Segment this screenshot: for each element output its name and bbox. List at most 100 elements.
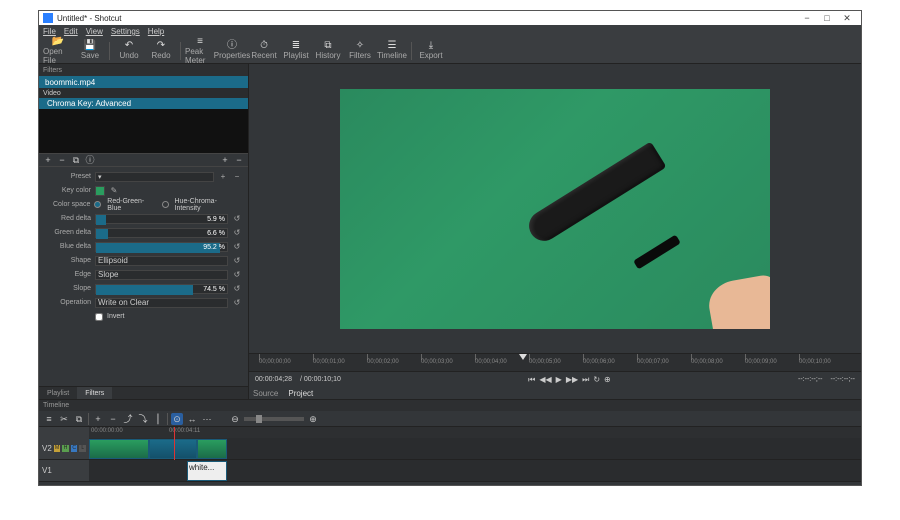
hide-badge[interactable]: H [62,445,69,452]
menu-help[interactable]: Help [148,27,164,36]
preset-del-icon[interactable]: − [232,172,242,181]
tab-project[interactable]: Project [288,389,313,398]
tl-zoomout-icon[interactable]: ⊖ [229,413,241,425]
slope-slider[interactable]: 74.5 % [95,284,228,294]
clip-boommic[interactable] [149,439,197,459]
colorspace-rgb-radio[interactable] [94,201,101,208]
slope-reset-icon[interactable]: ↺ [232,284,242,293]
preset-add-icon[interactable]: + [218,172,228,181]
tab-filters[interactable]: Filters [77,387,112,400]
zoom-button[interactable]: ⊕ [604,375,611,385]
lock-badge[interactable]: L [79,445,86,452]
microphone-graphic [510,129,710,279]
minimize-button[interactable]: − [797,13,817,23]
filter-chromakey[interactable]: Chroma Key: Advanced [39,98,248,109]
greendelta-slider[interactable]: 6.6 % [95,228,228,238]
copy-filter-button[interactable]: ⧉ [71,155,81,165]
reddelta-slider[interactable]: 5.9 % [95,214,228,224]
colorspace-hci-label[interactable]: Hue-Chroma-Intensity [175,198,243,212]
video-canvas[interactable] [249,64,861,353]
titlebar: Untitled* - Shotcut − □ ✕ [39,11,861,25]
loop-button[interactable]: ↻ [593,375,600,385]
clip-green-1[interactable] [89,439,149,459]
tl-snap-icon[interactable]: ⊙ [171,413,183,425]
play-button[interactable]: ▶ [556,375,562,385]
menu-edit[interactable]: Edit [64,27,78,36]
track-v2-body[interactable] [89,438,861,459]
greendelta-reset-icon[interactable]: ↺ [232,228,242,237]
mute-badge[interactable]: M [54,445,61,452]
tl-cut-icon[interactable]: ✂ [58,413,70,425]
tl-ripple-icon[interactable]: ⋯ [201,413,213,425]
toolbar-properties[interactable]: ⓘProperties [217,39,247,63]
colorspace-rgb-label[interactable]: Red-Green-Blue [107,198,157,212]
toolbar-playlist[interactable]: ≣Playlist [281,39,311,63]
tl-remove-icon[interactable]: − [107,413,119,425]
tl-menu-icon[interactable]: ≡ [43,413,55,425]
menu-file[interactable]: File [43,27,56,36]
tl-overwrite-icon[interactable]: ⤵ [137,413,149,425]
toolbar-peak-meter[interactable]: ≡Peak Meter [185,39,215,63]
edge-combo[interactable]: Slope [95,270,228,280]
tl-zoomin-icon[interactable]: ⊕ [307,413,319,425]
toolbar-recent[interactable]: ⏱Recent [249,39,279,63]
toolbar-export[interactable]: ⤓Export [416,39,446,63]
clip-name[interactable]: boommic.mp4 [39,76,248,88]
preset-combo[interactable]: ▾ [95,172,214,182]
timecode-position[interactable]: 00:00:04;28 [255,376,292,383]
toolbar-undo[interactable]: ↶Undo [114,39,144,63]
menu-view[interactable]: View [86,27,103,36]
main-content: Filters boommic.mp4 Video Chroma Key: Ad… [39,64,861,399]
expand-button[interactable]: + [220,155,230,165]
timeline-header: Timeline [39,400,861,411]
menu-settings[interactable]: Settings [111,27,140,36]
edge-reset-icon[interactable]: ↺ [232,270,242,279]
keycolor-swatch[interactable] [95,186,105,196]
tl-append-icon[interactable]: + [92,413,104,425]
toolbar-timeline[interactable]: ☰Timeline [377,39,407,63]
toolbar-open-file[interactable]: 📂Open File [43,39,73,63]
track-v1-body[interactable]: white... [89,460,861,481]
collapse-button[interactable]: − [234,155,244,165]
in-point[interactable]: --:--:--;-- [798,376,822,383]
toolbar-redo[interactable]: ↷Redo [146,39,176,63]
skip-back-button[interactable]: ⏮ [528,375,535,385]
tl-split-icon[interactable]: ⎮ [152,413,164,425]
close-button[interactable]: ✕ [837,13,857,24]
skip-fwd-button[interactable]: ⏭ [582,375,589,385]
operation-combo[interactable]: Write on Clear [95,298,228,308]
tl-scrub-icon[interactable]: ↔ [186,413,198,425]
toolbar-filters[interactable]: ✧Filters [345,39,375,63]
operation-reset-icon[interactable]: ↺ [232,298,242,307]
tl-lift-icon[interactable]: ⤴ [122,413,134,425]
add-filter-button[interactable]: + [43,155,53,165]
track-v1-header[interactable]: V1 [39,460,89,481]
tl-zoom-slider[interactable] [244,417,304,421]
toolbar-history[interactable]: ⧉History [313,39,343,63]
invert-checkbox[interactable] [95,313,103,321]
reddelta-reset-icon[interactable]: ↺ [232,214,242,223]
bluedelta-slider[interactable]: 95.2 % [95,242,228,252]
toolbar-save[interactable]: 💾Save [75,39,105,63]
out-point[interactable]: --:--:--;-- [831,376,855,383]
rewind-button[interactable]: ◀◀ [539,375,551,385]
preview-ruler[interactable]: 00;00;00;0000;00;01;0000;00;02;0000;00;0… [249,353,861,371]
remove-filter-button[interactable]: − [57,155,67,165]
tab-playlist[interactable]: Playlist [39,387,77,400]
keycolor-picker-icon[interactable]: ✎ [109,186,119,195]
track-v2-header[interactable]: V2 M H C L [39,438,89,459]
composite-badge[interactable]: C [71,445,78,452]
filter-info-button[interactable]: ⓘ [85,155,95,165]
forward-button[interactable]: ▶▶ [566,375,578,385]
shape-reset-icon[interactable]: ↺ [232,256,242,265]
shape-combo[interactable]: Ellipsoid [95,256,228,266]
timeline-ruler[interactable]: 00:00:00:00 00:00:04:11 [89,427,861,438]
tl-copy-icon[interactable]: ⧉ [73,413,85,425]
clip-green-2[interactable] [197,439,227,459]
clip-white[interactable]: white... [187,461,227,481]
colorspace-hci-radio[interactable] [162,201,169,208]
source-project-tabs: Source Project [249,387,861,399]
bluedelta-reset-icon[interactable]: ↺ [232,242,242,251]
maximize-button[interactable]: □ [817,13,837,23]
tab-source[interactable]: Source [253,389,278,398]
